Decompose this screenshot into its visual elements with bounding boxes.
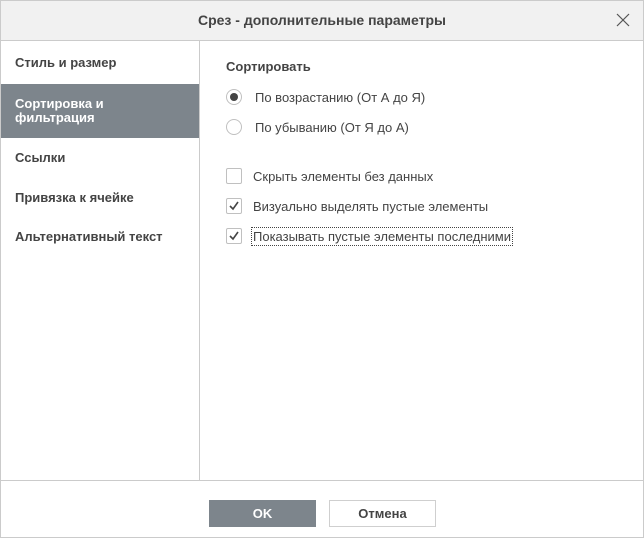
close-button[interactable] [615, 12, 631, 28]
show-empty-items-last-checkbox[interactable]: Показывать пустые элементы последними [226, 226, 513, 246]
checkmark-icon [226, 228, 242, 244]
dialog-title: Срез - дополнительные параметры [197, 12, 447, 28]
sort-ascending-label: По возрастанию (От А до Я) [255, 89, 426, 105]
sidebar-item-alt-text[interactable]: Альтернативный текст [1, 230, 199, 244]
highlight-empty-items-label: Визуально выделять пустые элементы [253, 198, 489, 214]
cancel-button[interactable]: Отмена [329, 500, 436, 527]
sort-ascending-radio[interactable]: По возрастанию (От А до Я) [226, 88, 425, 106]
radio-checked-icon [226, 89, 242, 105]
sidebar-item-label: Привязка к ячейке [15, 190, 134, 205]
content-panel: Сортировать По возрастанию (От А до Я) П… [201, 41, 643, 480]
sidebar-item-links[interactable]: Ссылки [1, 151, 199, 165]
hide-items-no-data-checkbox[interactable]: Скрыть элементы без данных [226, 167, 433, 185]
checkmark-icon [226, 198, 242, 214]
sidebar-item-label: Ссылки [15, 150, 66, 165]
radio-unchecked-icon [226, 119, 242, 135]
dialog-window: Срез - дополнительные параметры Стиль и … [0, 0, 644, 538]
ok-button[interactable]: OK [209, 500, 316, 527]
checkbox-unchecked-icon [226, 168, 242, 184]
sidebar-item-cell-anchor[interactable]: Привязка к ячейке [1, 191, 199, 205]
sidebar: Стиль и размер Сортировка и фильтрация С… [1, 41, 200, 480]
close-icon [616, 13, 630, 27]
dialog-footer: OK Отмена [1, 480, 643, 537]
sort-section-title: Сортировать [226, 59, 311, 74]
sidebar-item-sort-filter[interactable]: Сортировка и фильтрация [1, 84, 199, 138]
highlight-empty-items-checkbox[interactable]: Визуально выделять пустые элементы [226, 197, 488, 215]
show-empty-items-last-label: Показывать пустые элементы последними [251, 226, 513, 246]
sidebar-item-style-size[interactable]: Стиль и размер [1, 56, 199, 70]
sidebar-item-label: Стиль и размер [15, 55, 117, 70]
sidebar-item-label: Альтернативный текст [15, 229, 163, 244]
hide-items-no-data-label: Скрыть элементы без данных [253, 168, 434, 184]
sort-descending-label: По убыванию (От Я до А) [255, 119, 409, 135]
sidebar-item-label: Сортировка и фильтрация [15, 96, 104, 125]
sort-descending-radio[interactable]: По убыванию (От Я до А) [226, 118, 409, 136]
dialog-header: Срез - дополнительные параметры [1, 1, 643, 41]
